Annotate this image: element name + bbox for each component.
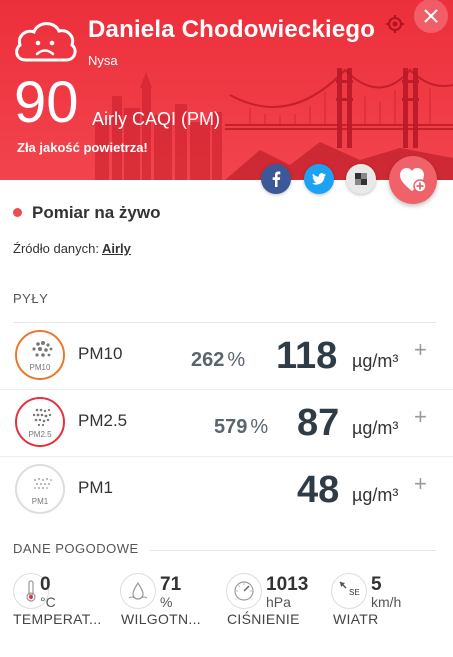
pm25-icon: PM2.5 — [15, 397, 65, 447]
close-icon — [424, 9, 438, 23]
pm1-icon-label: PM1 — [31, 497, 49, 506]
facebook-share-button[interactable] — [261, 164, 291, 194]
weather-wind: SE 5 km/h WIATR — [331, 573, 441, 633]
pollutant-name: PM10 — [78, 344, 123, 363]
add-favorite-button[interactable] — [389, 156, 437, 204]
wind-direction-icon: SE — [331, 573, 367, 609]
weather-pressure: 1013 hPa CIŚNIENIE — [226, 573, 326, 633]
pm25-icon-label: PM2.5 — [28, 430, 52, 439]
expand-plus-icon[interactable]: + — [414, 404, 427, 430]
pollutant-name: PM2.5 — [78, 411, 128, 430]
norm-percent: 262% — [191, 349, 246, 371]
pollutant-value: 87 — [297, 402, 340, 444]
live-indicator-dot — [13, 208, 22, 217]
station-name: Daniela Chodowieckiego — [88, 16, 376, 43]
humidity-unit: % — [160, 594, 173, 610]
humidity-label: WILGOTN... — [121, 611, 201, 627]
data-source-link[interactable]: Airly — [102, 241, 131, 256]
microsoft-share-button[interactable] — [346, 164, 376, 194]
twitter-share-button[interactable] — [304, 164, 334, 194]
humidity-value: 71 — [160, 574, 182, 595]
temperature-unit: °C — [40, 594, 56, 610]
aqi-value: 90 — [14, 70, 79, 135]
pollutant-unit: µg/m³ — [352, 351, 399, 371]
pollutant-value: 118 — [276, 335, 338, 377]
pressure-gauge-icon — [226, 573, 262, 609]
wind-label: WIATR — [333, 611, 379, 627]
expand-plus-icon[interactable]: + — [414, 471, 427, 497]
expand-plus-icon[interactable]: + — [414, 337, 427, 363]
data-source: Źródło danych: Airly — [13, 241, 131, 256]
norm-percent: 579% — [214, 416, 269, 438]
live-measurement-label: Pomiar na żywo — [32, 203, 161, 222]
pollutant-unit: µg/m³ — [352, 485, 399, 505]
wind-unit: km/h — [371, 594, 402, 610]
close-button[interactable] — [414, 0, 448, 33]
city-name: Nysa — [88, 53, 118, 68]
pm1-icon: PM1 — [15, 464, 65, 514]
pollutant-row-pm1[interactable]: PM1 PM1 48 µg/m³ + — [0, 457, 453, 524]
temperature-value: 0 — [40, 574, 51, 595]
heart-plus-icon — [400, 168, 427, 193]
pressure-value: 1013 — [266, 574, 309, 595]
pollutant-name: PM1 — [78, 478, 113, 497]
station-header: Daniela Chodowieckiego Nysa 90 Airly CAQ… — [0, 0, 453, 180]
twitter-icon — [312, 173, 326, 185]
pressure-unit: hPa — [266, 594, 291, 610]
dust-section-title: PYŁY — [13, 291, 49, 306]
pressure-label: CIŚNIENIE — [227, 611, 300, 627]
microsoft-icon — [355, 173, 367, 185]
section-divider — [150, 550, 436, 551]
humidity-icon — [120, 573, 156, 609]
locate-icon[interactable] — [385, 14, 405, 34]
pollutant-row-pm25[interactable]: PM2.5 PM2.5 579% 87 µg/m³ + — [0, 390, 453, 457]
aqi-label: Airly CAQI (PM) — [92, 109, 220, 129]
temperature-label: TEMPERAT... — [13, 611, 102, 627]
weather-humidity: 71 % WILGOTN... — [120, 573, 220, 633]
weather-section-title: DANE POGODOWE — [13, 541, 139, 556]
pollutant-row-pm10[interactable]: PM10 PM10 262% 118 µg/m³ + — [0, 323, 453, 390]
wind-direction-text: SE — [349, 588, 360, 597]
data-source-label: Źródło danych: — [13, 241, 99, 256]
pm10-icon-label: PM10 — [29, 363, 51, 372]
facebook-icon — [272, 171, 281, 187]
pm10-icon: PM10 — [15, 330, 65, 380]
sad-cloud-icon — [15, 22, 77, 62]
pollutant-unit: µg/m³ — [352, 418, 399, 438]
wind-value: 5 — [371, 574, 382, 595]
pollutant-value: 48 — [297, 469, 340, 511]
weather-temperature: 0 °C TEMPERAT... — [13, 573, 113, 633]
air-quality-text: Zła jakość powietrza! — [17, 140, 148, 155]
